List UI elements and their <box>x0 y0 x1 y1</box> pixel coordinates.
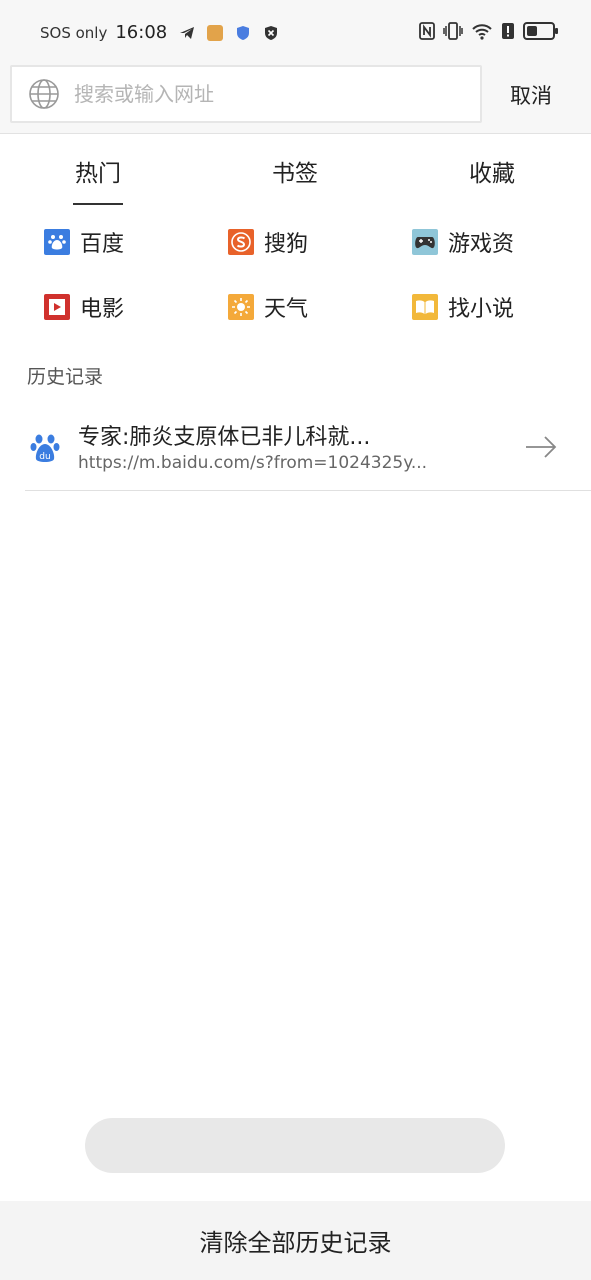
quick-link-label: 百度 <box>80 232 125 257</box>
clear-history-label: 清除全部历史记录 <box>199 1229 392 1257</box>
svg-text:du: du <box>39 452 50 462</box>
baidu-icon <box>44 229 70 255</box>
weather-icon <box>228 294 254 320</box>
quick-link-label: 搜狗 <box>264 232 309 257</box>
quick-link-label: 天气 <box>264 297 309 322</box>
gesture-pill <box>85 1118 505 1173</box>
quick-link-label: 游戏资 <box>448 232 515 257</box>
carrier-text: SOS only <box>40 23 108 42</box>
globe-icon <box>29 79 59 109</box>
quick-link-baidu[interactable]: 百度 <box>44 226 124 258</box>
vibrate-icon <box>443 22 463 40</box>
wifi-icon <box>472 24 492 40</box>
tab-bookmarks[interactable]: 书签 <box>272 154 318 188</box>
gamepad-icon <box>412 229 438 255</box>
nfc-icon <box>419 22 435 40</box>
quick-link-label: 找小说 <box>448 297 515 322</box>
history-item[interactable]: du 专家:肺炎支原体已非儿科就... https://m.baidu.com/… <box>25 405 591 491</box>
input-method-icon <box>207 24 224 41</box>
status-right <box>419 22 558 40</box>
sogou-icon <box>228 229 254 255</box>
tab-favorites[interactable]: 收藏 <box>469 154 515 188</box>
status-bar: SOS only 16:08 <box>0 0 591 64</box>
cancel-button[interactable]: 取消 <box>510 80 552 110</box>
telegram-icon <box>180 26 195 39</box>
search-box[interactable] <box>10 65 482 123</box>
tab-hot[interactable]: 热门 <box>73 154 123 205</box>
quick-link-label: 电影 <box>80 297 125 322</box>
history-item-url: https://m.baidu.com/s?from=1024325y... <box>78 453 428 473</box>
vpn-icon <box>265 25 278 40</box>
shield-icon <box>237 25 250 40</box>
movie-icon <box>44 294 70 320</box>
tab-bar: 热门 书签 收藏 <box>0 140 591 205</box>
browser-page: SOS only 16:08 搜索或输入网址 取消 热门 书签 收藏 百度 搜狗… <box>0 0 591 1280</box>
quick-link-games[interactable]: 游戏资 <box>412 226 514 258</box>
quick-link-movie[interactable]: 电影 <box>44 291 124 323</box>
book-icon <box>412 294 438 320</box>
arrow-right-icon[interactable] <box>525 433 557 461</box>
clock-text: 16:08 <box>115 22 168 43</box>
history-item-title: 专家:肺炎支原体已非儿科就... <box>78 425 371 450</box>
history-heading: 历史记录 <box>27 366 104 388</box>
quick-links: 百度 搜狗 游戏资 电影 天气 找小说 <box>0 218 591 338</box>
quick-link-sogou[interactable]: 搜狗 <box>228 226 308 258</box>
status-left: SOS only 16:08 <box>40 22 279 43</box>
clear-history-button[interactable]: 清除全部历史记录 <box>0 1201 591 1280</box>
alert-icon <box>502 23 514 39</box>
quick-link-novel[interactable]: 找小说 <box>412 291 514 323</box>
quick-link-weather[interactable]: 天气 <box>228 291 308 323</box>
battery-icon <box>523 22 558 40</box>
search-input[interactable] <box>74 74 454 114</box>
search-bar: 取消 <box>0 64 591 134</box>
baidu-paw-icon: du <box>30 434 60 462</box>
